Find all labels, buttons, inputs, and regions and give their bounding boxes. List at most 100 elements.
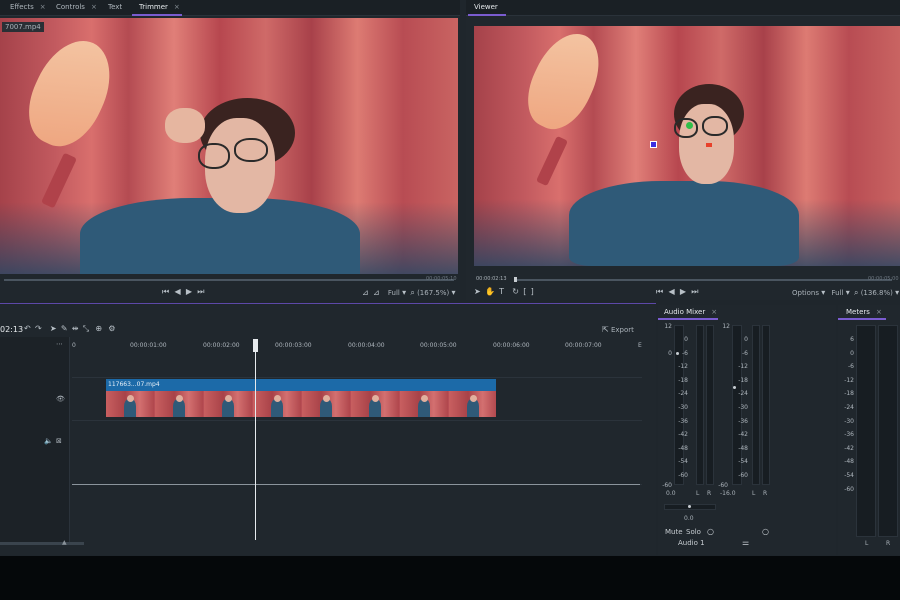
step-back-icon[interactable]: ◀ [668,287,674,296]
chevron-down-icon[interactable]: ▾ [451,288,455,297]
play-icon[interactable]: ▶ [680,287,686,296]
play-icon[interactable]: ▶ [186,287,192,296]
slip-icon[interactable]: ⇹ [72,324,79,333]
export-button[interactable]: ⇱ Export [602,325,634,334]
thumbnail [449,391,496,417]
scale-label: -30 [844,417,854,425]
left-channel-r: R [707,490,712,497]
zoom-mode-select[interactable]: Full [388,289,400,297]
playhead-handle[interactable] [253,339,258,352]
close-icon[interactable]: × [40,3,46,11]
step-back-icon[interactable]: ◀ [174,287,180,296]
zoom-level[interactable]: (167.5%) [417,289,449,297]
pan-knob[interactable] [688,505,691,508]
viewer-scrubber[interactable] [514,279,892,281]
viewer-video-frame[interactable] [474,26,900,266]
raised-hand [165,108,205,143]
chevron-down-icon[interactable]: ▾ [846,288,850,297]
scale-label: -24 [738,390,748,398]
thumbnail [302,391,350,417]
loop-icon[interactable]: ↻ [512,287,519,296]
transform-icon[interactable]: ⊿ [362,288,369,297]
timeline-zoom-scrollbar[interactable] [0,542,84,545]
tracking-point-green[interactable] [686,122,693,129]
viewer-panel: Viewer 00:00:02:13 00:00:05:00 ➤ ✋ T ↻ [… [466,0,900,300]
scale-label: -54 [678,458,688,466]
text-tool-icon[interactable]: T [499,287,504,296]
transport-controls: ⏮ ◀ ▶ ⏭ [162,287,204,297]
tab-trimmer[interactable]: Trimmer × [139,3,180,11]
viewer-scrubber-knob[interactable] [514,277,517,282]
skip-forward-icon[interactable]: ⏭ [197,287,204,297]
tracking-point-red[interactable] [706,143,712,147]
select-tool-icon[interactable]: ➤ [50,324,57,333]
thumbnail [253,391,301,417]
chevron-down-icon[interactable]: ▾ [895,288,899,297]
tab-audio-mixer[interactable]: Audio Mixer × [664,308,717,316]
tab-meters[interactable]: Meters × [846,308,882,316]
audio-track-fx-icon[interactable]: ⊠ [56,437,62,445]
right-bottom-label: -60 [718,482,728,489]
right-fader-knob[interactable] [733,386,736,389]
hand-icon[interactable]: ✋ [485,287,495,296]
skip-back-icon[interactable]: ⏮ [162,287,169,297]
tab-viewer[interactable]: Viewer [474,3,498,11]
tab-text[interactable]: Text [108,3,122,11]
audio-mixer-panel: Audio Mixer × 12 12 0 0 -6 -12 -18 -24 -30 -36 -… [658,305,836,555]
audio-track-speaker-icon[interactable]: 🔈 [44,437,53,445]
right-channel-l: L [752,490,756,497]
snap-icon[interactable]: ⊕ [95,324,102,333]
tab-label: Controls [56,3,85,11]
record-icon[interactable]: ○ [707,527,714,536]
settings-gear-icon[interactable]: ⚙ [108,324,115,333]
mark-in-icon[interactable]: [ [523,287,526,296]
options-menu[interactable]: Options [792,289,819,297]
scale-label: -18 [738,376,748,384]
chevron-down-icon[interactable]: ▾ [821,288,825,297]
record-icon[interactable]: ○ [762,527,769,536]
clip-filename: 7007.mp4 [2,22,44,32]
scale-label: -42 [738,431,748,439]
mute-button[interactable]: Mute [665,528,683,536]
track-menu-dots[interactable]: ⋯ [56,340,63,348]
tab-controls[interactable]: Controls × [56,3,97,11]
trimmer-video-frame[interactable] [0,18,458,274]
zoom-marker-icon[interactable]: ▲ [62,539,67,546]
thumbnail [106,391,154,417]
crop-icon[interactable]: ⊿ [373,288,380,297]
thumb-head [470,395,477,402]
scale-label: -54 [738,458,748,466]
left-meter-r [706,325,714,485]
zoom-mode-select[interactable]: Full [832,289,844,297]
active-tab-underline [838,318,886,320]
video-clip[interactable]: 117663...07.mp4 [106,379,496,419]
tab-effects[interactable]: Effects × [10,3,46,11]
keyframe-icon[interactable]: ⤡ [83,324,89,334]
video-track-eye-icon[interactable]: 👁 [56,395,65,403]
left-bottom-label: -60 [662,482,672,489]
close-icon[interactable]: × [91,3,97,11]
skip-back-icon[interactable]: ⏮ [656,287,663,297]
solo-button[interactable]: Solo [686,528,701,536]
skip-forward-icon[interactable]: ⏭ [691,287,698,297]
trimmer-panel: Effects × Controls × Text Trimmer × 7007.mp… [0,0,460,300]
tracking-point-blue[interactable] [650,141,657,148]
close-icon[interactable]: × [174,3,180,11]
zoom-level[interactable]: (136.8%) [861,289,893,297]
redo-icon[interactable]: ↷ [35,324,42,333]
meters-l-label: L [865,540,869,547]
track-settings-icon[interactable]: ⚌ [742,538,749,547]
pointer-icon[interactable]: ➤ [474,287,481,296]
timeline-toolbar: ↶ ↷ ➤ ✎ ⇹ ⤡ ⊕ ⚙ [24,324,115,334]
trimmer-scrubber[interactable] [4,279,454,281]
close-icon[interactable]: × [711,308,717,316]
timeline-ruler[interactable]: 0 00:00:01:00 00:00:02:00 00:00:03:00 00… [72,342,644,352]
audio-volume-line[interactable] [72,484,640,485]
close-icon[interactable]: × [876,308,882,316]
razor-icon[interactable]: ✎ [61,324,68,333]
chevron-down-icon[interactable]: ▾ [402,288,406,297]
undo-icon[interactable]: ↶ [24,324,31,333]
playhead[interactable] [255,339,256,540]
tab-label: Effects [10,3,34,11]
mark-out-icon[interactable]: ] [531,287,534,296]
